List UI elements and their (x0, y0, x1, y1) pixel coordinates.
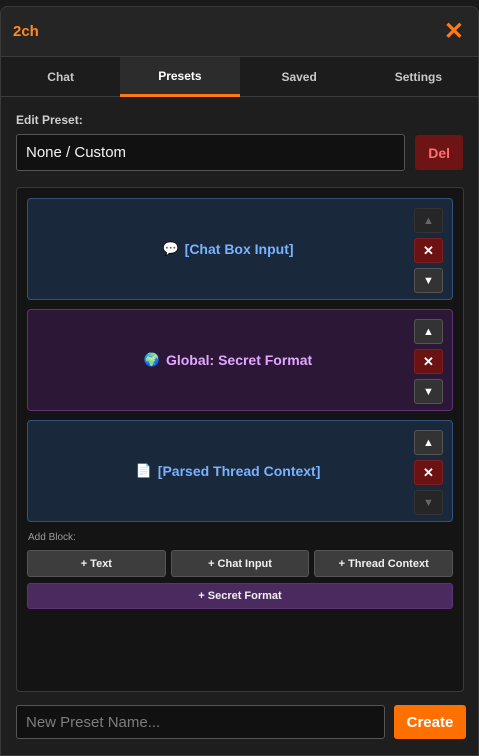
block-title: 📄 [Parsed Thread Context] (136, 463, 345, 479)
add-secret-format-button[interactable]: + Secret Format (27, 583, 453, 609)
tab-saved[interactable]: Saved (240, 57, 359, 96)
presets-content: Edit Preset: None / Custom Del 💬 [Chat B… (1, 97, 478, 692)
document-icon: 📄 (135, 463, 152, 478)
move-up-button[interactable]: ▲ (414, 430, 443, 455)
arrow-up-icon: ▲ (423, 436, 434, 449)
tab-presets[interactable]: Presets (120, 57, 240, 97)
arrow-down-icon: ▼ (423, 274, 434, 287)
panel-header: 2ch ✕ (1, 7, 478, 57)
tab-settings[interactable]: Settings (359, 57, 478, 96)
tab-chat[interactable]: Chat (1, 57, 120, 96)
close-icon[interactable]: ✕ (444, 19, 464, 44)
block-title: 🌍 Global: Secret Format (144, 352, 336, 368)
add-text-button[interactable]: + Text (27, 550, 166, 577)
add-block-row: + Text + Chat Input + Thread Context (27, 550, 454, 577)
arrow-down-icon: ▼ (423, 496, 434, 509)
block-label: [Parsed Thread Context] (157, 463, 321, 479)
close-icon: ✕ (423, 353, 434, 369)
block-controls: ▲ ✕ ▼ (414, 208, 443, 293)
remove-block-button[interactable]: ✕ (414, 460, 443, 485)
delete-preset-button[interactable]: Del (415, 135, 463, 170)
block-title: 💬 [Chat Box Input] (162, 241, 317, 257)
tab-bar: Chat Presets Saved Settings (1, 57, 478, 97)
block-controls: ▲ ✕ ▼ (414, 319, 443, 404)
block-label: [Chat Box Input] (184, 241, 294, 257)
add-block-label: Add Block: (28, 532, 76, 543)
create-preset-button[interactable]: Create (394, 705, 466, 739)
presets-panel: 2ch ✕ Chat Presets Saved Settings Edit P… (0, 6, 479, 756)
block-secret-format[interactable]: 🌍 Global: Secret Format ▲ ✕ ▼ (27, 309, 453, 411)
add-thread-context-button[interactable]: + Thread Context (314, 550, 454, 577)
app-title: 2ch (13, 23, 39, 40)
move-down-button[interactable]: ▼ (414, 268, 443, 293)
move-up-button[interactable]: ▲ (414, 208, 443, 233)
preset-select[interactable]: None / Custom (16, 134, 406, 171)
remove-block-button[interactable]: ✕ (414, 349, 443, 374)
preset-row: None / Custom Del (16, 134, 463, 171)
edit-preset-label: Edit Preset: (16, 113, 83, 127)
new-preset-footer: Create (16, 705, 466, 739)
block-list: 💬 [Chat Box Input] ▲ ✕ ▼ 🌍 Global: Secre… (16, 187, 464, 692)
add-chat-input-button[interactable]: + Chat Input (170, 550, 310, 577)
block-thread-context[interactable]: 📄 [Parsed Thread Context] ▲ ✕ ▼ (27, 420, 453, 522)
move-down-button[interactable]: ▼ (414, 379, 443, 404)
arrow-up-icon: ▲ (423, 325, 434, 338)
remove-block-button[interactable]: ✕ (414, 238, 443, 263)
close-icon: ✕ (423, 464, 434, 480)
speech-bubble-icon: 💬 (162, 241, 179, 256)
close-icon: ✕ (423, 242, 434, 258)
block-chat-box-input[interactable]: 💬 [Chat Box Input] ▲ ✕ ▼ (27, 198, 453, 300)
block-controls: ▲ ✕ ▼ (414, 430, 443, 515)
move-up-button[interactable]: ▲ (414, 319, 443, 344)
new-preset-name-input[interactable] (16, 705, 385, 739)
arrow-down-icon: ▼ (423, 385, 434, 398)
globe-icon: 🌍 (143, 352, 160, 367)
block-label: Global: Secret Format (165, 352, 313, 368)
move-down-button[interactable]: ▼ (414, 490, 443, 515)
arrow-up-icon: ▲ (423, 214, 434, 227)
